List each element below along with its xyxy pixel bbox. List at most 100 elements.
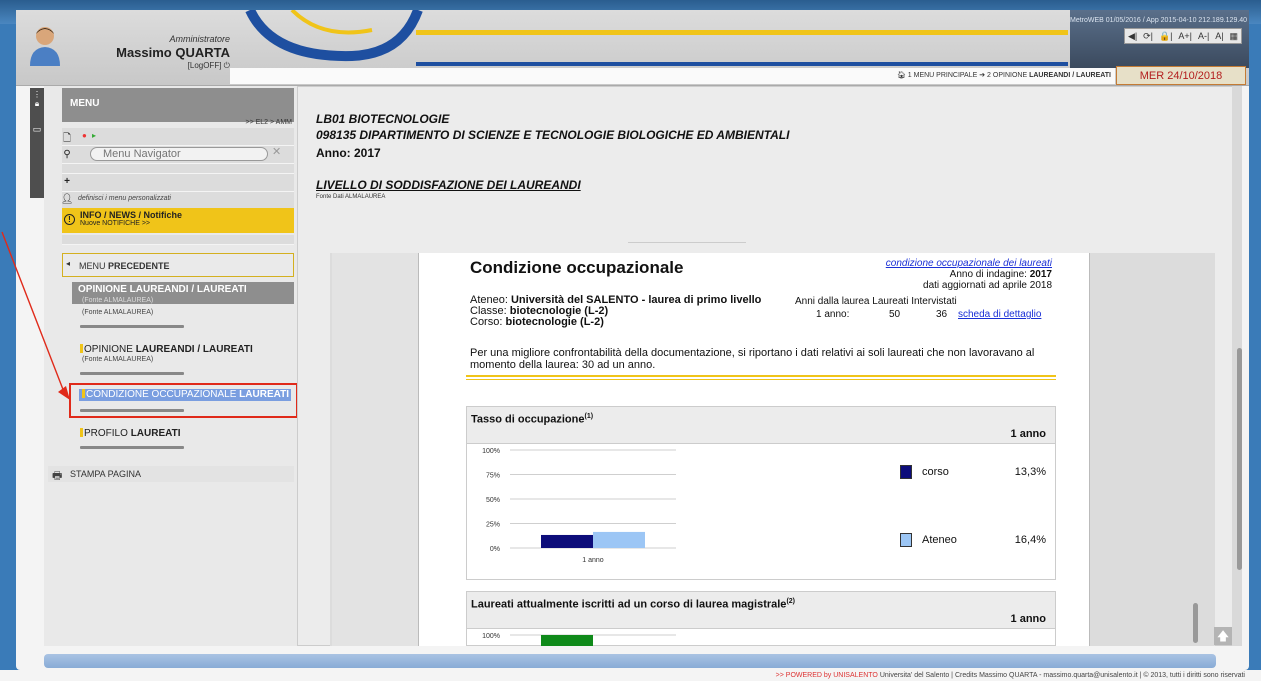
viewer-scroll-thumb[interactable] bbox=[1193, 603, 1198, 643]
y-tick-label: 100% bbox=[482, 448, 500, 455]
detail-link[interactable]: scheda di dettaglio bbox=[958, 309, 1041, 320]
card-icon[interactable]: ▭ bbox=[31, 124, 43, 135]
powered-by-link[interactable]: >> POWERED by UNISALENTO bbox=[776, 672, 878, 679]
scroll-top-button[interactable]: 🡅 bbox=[1214, 627, 1232, 645]
menu-title: MENU bbox=[62, 88, 294, 122]
menu-row-spacer2 bbox=[62, 235, 294, 245]
y-tick-label: 0% bbox=[490, 546, 500, 553]
section-title[interactable]: LIVELLO DI SODDISFAZIONE DEI LAUREANDI bbox=[316, 178, 581, 192]
note-line-1: Per una migliore confrontabilità della d… bbox=[470, 347, 1035, 359]
occupation-rate-chart: 100% 75% 50% 25% 0% 1 anno bbox=[482, 448, 676, 564]
font-increase-button[interactable]: A+| bbox=[1178, 31, 1192, 41]
bar-ateneo bbox=[593, 531, 645, 548]
source-label: (Fonte ALMALAUREA) bbox=[82, 356, 154, 363]
occupation-rate-title: Tasso di occupazione(1) bbox=[471, 413, 594, 426]
menu-row-spacer bbox=[62, 164, 294, 174]
menu-row-actions bbox=[62, 128, 294, 146]
year-label: Anno: 2017 bbox=[316, 146, 381, 160]
accessibility-toolbar: ◀| ⟳| 🔒| A+| A-| A| ▦ bbox=[1124, 28, 1242, 44]
back-button[interactable]: ◀| bbox=[1128, 31, 1137, 42]
menu-row-add bbox=[62, 174, 294, 192]
record-icon[interactable]: ● bbox=[82, 131, 87, 140]
home-icon[interactable]: 🏠︎ bbox=[897, 72, 906, 79]
legend-label-corso: corso bbox=[922, 466, 949, 478]
refresh-button[interactable]: ⟳| bbox=[1143, 31, 1153, 42]
footer-bar bbox=[44, 654, 1216, 668]
legend-value-ateneo: 16,4% bbox=[1014, 534, 1046, 546]
data-source: Fonte Dati ALMALAUREA bbox=[316, 194, 386, 200]
logo-stripe-yellow bbox=[416, 30, 1068, 35]
arrow-up-icon: 🡅 bbox=[1216, 629, 1230, 643]
footer-credits: >> POWERED by UNISALENTO Universita' del… bbox=[700, 672, 1245, 679]
occupation-rate-year: 1 anno bbox=[1010, 428, 1046, 440]
chevron-left-icon: ◂ bbox=[66, 259, 71, 268]
lock-button[interactable]: 🔒| bbox=[1159, 31, 1173, 42]
logo-stripe-blue bbox=[416, 62, 1068, 66]
legend-label-ateneo: Ateneo bbox=[922, 534, 957, 546]
search-icon: ⚲ bbox=[63, 149, 71, 160]
menu-item-opinione[interactable]: OPINIONE LAUREANDI / LAUREATI bbox=[80, 344, 253, 355]
more-icon[interactable]: ⋮ bbox=[30, 90, 44, 99]
user-icon: 👤︎ bbox=[60, 194, 74, 205]
source-label: (Fonte ALMALAUREA) bbox=[82, 309, 154, 316]
separator bbox=[80, 325, 184, 328]
breadcrumb-item-menu[interactable]: 1 MENU PRINCIPALE bbox=[908, 72, 978, 79]
font-reset-button[interactable]: A| bbox=[1215, 31, 1223, 41]
power-icon: ⏻ bbox=[221, 61, 230, 70]
menu-path: >> EL2 > AMM bbox=[245, 119, 293, 126]
user-role: Amministratore bbox=[169, 34, 230, 44]
info-news-box[interactable]: INFO / NEWS / Notifiche Nuove NOTIFICHE … bbox=[62, 208, 294, 233]
bar-corso bbox=[541, 534, 593, 548]
lock-icon[interactable]: 🔒︎ bbox=[30, 99, 44, 109]
menu-navigator-input[interactable] bbox=[90, 147, 268, 161]
stats-row-year: 1 anno: bbox=[816, 309, 850, 320]
menu-precedente-button[interactable]: MENU PRECEDENTE bbox=[62, 253, 294, 277]
info-title: INFO / NEWS / Notifiche bbox=[80, 210, 183, 220]
menu-item-profilo[interactable]: PROFILO LAUREATI bbox=[80, 428, 181, 439]
opinion-source: (Fonte ALMALAUREA) bbox=[82, 297, 154, 304]
notifications-link[interactable]: Nuove NOTIFICHE >> bbox=[80, 220, 294, 227]
grid-button[interactable]: ▦ bbox=[1229, 31, 1238, 42]
y-tick-label: 50% bbox=[486, 497, 500, 504]
printer-icon: 🖶 bbox=[52, 470, 63, 482]
datetime-display: MER 24/10/2018 12:06:02 bbox=[1116, 66, 1246, 100]
note-line-2: momento della laurea: 30 ad un anno. bbox=[470, 359, 656, 371]
content-scroll-thumb[interactable] bbox=[1237, 348, 1242, 570]
credits-text: Universita' del Salento | Credits Massim… bbox=[879, 672, 1245, 679]
y-tick-label: 100% bbox=[482, 633, 500, 640]
breadcrumb-item-opinione[interactable]: 2 OPINIONE LAUREANDI / LAUREATI bbox=[987, 72, 1111, 79]
y-tick-label: 75% bbox=[486, 473, 500, 480]
department-title: 098135 DIPARTIMENTO DI SCIENZE E TECNOLO… bbox=[316, 128, 790, 142]
gold-divider bbox=[466, 375, 1056, 377]
magistrale-chart: 100% bbox=[482, 633, 676, 646]
user-name: Massimo QUARTA bbox=[116, 45, 230, 60]
y-tick-label: 25% bbox=[486, 522, 500, 529]
legend-swatch-corso bbox=[900, 465, 912, 479]
print-page-button[interactable]: STAMPA PAGINA bbox=[48, 466, 294, 482]
corso-line: Corso: biotecnologie (L-2) bbox=[470, 316, 604, 328]
version-info: MetroWEB 01/05/2016 / App 2015-04-10 212… bbox=[1070, 17, 1248, 24]
annotation-highlight-box bbox=[69, 383, 298, 418]
survey-year: Anno di indagine: 2017 bbox=[949, 269, 1052, 280]
play-icon[interactable]: ▸ bbox=[92, 131, 96, 140]
arrow-right-icon: ➔ bbox=[979, 72, 988, 79]
stats-row-laureati: 50 bbox=[889, 309, 901, 320]
logoff-button[interactable]: [LogOFF] ⏻ bbox=[150, 61, 230, 71]
magistrale-year: 1 anno bbox=[1010, 613, 1046, 625]
plus-icon[interactable]: + bbox=[60, 176, 74, 187]
magistrale-title: Laureati attualmente iscritti ad un cors… bbox=[471, 598, 795, 611]
occupazione-link[interactable]: condizione occupazionale dei laureati bbox=[886, 258, 1052, 269]
font-decrease-button[interactable]: A-| bbox=[1198, 31, 1209, 41]
user-avatar-icon bbox=[30, 27, 60, 66]
separator bbox=[80, 446, 184, 449]
update-date: dati aggiornati ad aprile 2018 bbox=[923, 280, 1052, 291]
personal-menu-link[interactable]: definisci i menu personalizzati bbox=[78, 195, 171, 202]
side-tool-strip: ⋮ 🔒︎ bbox=[30, 88, 44, 198]
legend-swatch-ateneo bbox=[900, 533, 912, 547]
clear-icon[interactable]: ✕ bbox=[272, 145, 281, 158]
university-logo bbox=[245, 10, 423, 62]
document-title: Condizione occupazionale bbox=[470, 258, 684, 277]
info-icon: ! bbox=[64, 214, 75, 225]
stats-table-header: Anni dalla laurea Laureati Intervistati bbox=[795, 296, 957, 307]
bar-magistrale bbox=[541, 635, 593, 646]
